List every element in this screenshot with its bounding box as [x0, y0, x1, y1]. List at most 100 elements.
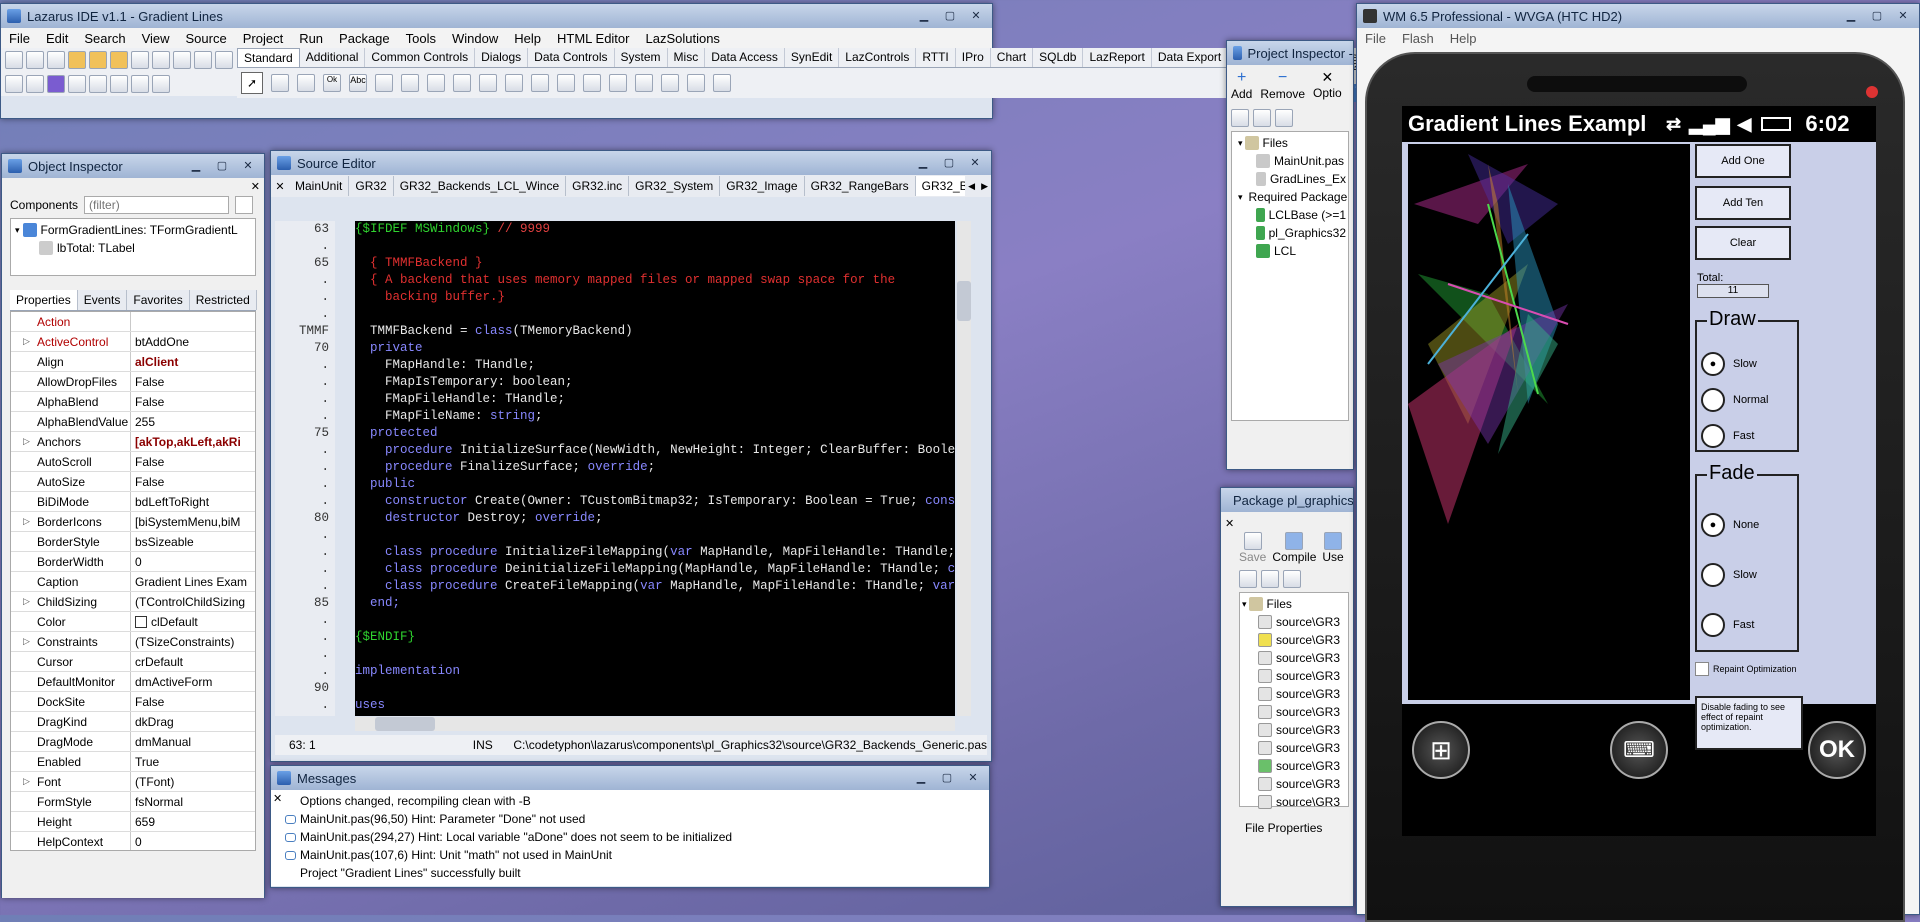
property-row[interactable]: FormStyle fsNormal: [11, 792, 255, 812]
property-row[interactable]: DockSite False: [11, 692, 255, 712]
property-row[interactable]: AlphaBlendValue 255: [11, 412, 255, 432]
build-icon[interactable]: [5, 75, 23, 93]
maximize-button[interactable]: ▢: [210, 156, 234, 174]
maximize-button[interactable]: ▢: [938, 6, 962, 24]
property-value[interactable]: 659: [131, 815, 255, 829]
project-tree-item[interactable]: ▾ Files: [1234, 134, 1346, 152]
draw-radio-fast[interactable]: Fast: [1697, 418, 1797, 454]
project-tree-item[interactable]: ▾ Required Package: [1234, 188, 1347, 206]
selection-pointer-icon[interactable]: ➚: [241, 72, 263, 94]
property-row[interactable]: ▷ ActiveControl btAddOne: [11, 332, 255, 352]
tab-restricted[interactable]: Restricted: [190, 290, 257, 310]
scrollbar-thumb[interactable]: [957, 281, 971, 321]
property-row[interactable]: HelpContext 0: [11, 832, 255, 850]
property-value[interactable]: crDefault: [131, 655, 255, 669]
property-value[interactable]: alClient: [131, 355, 255, 369]
radio-circle[interactable]: [1701, 388, 1725, 412]
sort-icon[interactable]: [1253, 109, 1271, 127]
editor-tab-gr32-backends-generic[interactable]: GR32_Backends_Generic: [915, 176, 966, 196]
message-line[interactable]: Options changed, recompiling clean with …: [285, 792, 959, 810]
tree-collapse-icon[interactable]: ▾: [1238, 192, 1243, 203]
use-package-button[interactable]: Use: [1322, 532, 1344, 564]
tabs-left-arrow-icon[interactable]: ◀: [965, 181, 978, 192]
palette-tab-dialogs[interactable]: Dialogs: [475, 48, 529, 67]
close-pane-icon[interactable]: ✕: [273, 792, 282, 805]
view-forms-icon[interactable]: [194, 51, 212, 69]
fade-radio-none[interactable]: ● None: [1697, 500, 1797, 550]
property-row[interactable]: Enabled True: [11, 752, 255, 772]
property-row[interactable]: ▷ Constraints (TSizeConstraints): [11, 632, 255, 652]
close-pane-icon[interactable]: ✕: [1225, 518, 1234, 530]
property-row[interactable]: Color clDefault: [11, 612, 255, 632]
editor-tab-gr32-rangebars[interactable]: GR32_RangeBars: [805, 176, 916, 196]
palette-tab-common-controls[interactable]: Common Controls: [365, 48, 476, 67]
tree-collapse-icon[interactable]: ▾: [1242, 599, 1247, 610]
tab-events[interactable]: Events: [78, 290, 128, 310]
package-file-item[interactable]: source\GR3: [1242, 649, 1346, 667]
hscroll-thumb[interactable]: [375, 717, 435, 731]
property-row[interactable]: DefaultMonitor dmActiveForm: [11, 672, 255, 692]
expand-icon[interactable]: ▷: [23, 636, 30, 647]
property-value[interactable]: fsNormal: [131, 795, 255, 809]
new-form-icon[interactable]: [26, 51, 44, 69]
package-file-item[interactable]: source\GR3: [1242, 703, 1346, 721]
tedit-icon[interactable]: [375, 74, 393, 92]
minimize-button[interactable]: ▁: [909, 768, 933, 786]
emulator-menu-flash[interactable]: Flash: [1394, 31, 1442, 46]
maximize-button[interactable]: ▢: [935, 768, 959, 786]
property-row[interactable]: ▷ ChildSizing (TControlChildSizing: [11, 592, 255, 612]
menu-file[interactable]: File: [1, 31, 38, 46]
editor-horizontal-scrollbar[interactable]: [355, 717, 955, 731]
property-value[interactable]: dkDrag: [131, 715, 255, 729]
tpanel-icon[interactable]: [661, 74, 679, 92]
tgroupbox-icon[interactable]: [583, 74, 601, 92]
maximize-button[interactable]: ▢: [1865, 6, 1889, 24]
menu-project[interactable]: Project: [235, 31, 291, 46]
ok-button[interactable]: OK: [1808, 721, 1866, 779]
new-file-icon[interactable]: [5, 51, 23, 69]
keyboard-icon[interactable]: ⌨: [1610, 721, 1668, 779]
editor-tab-mainunit[interactable]: MainUnit: [289, 176, 350, 196]
menu-source[interactable]: Source: [178, 31, 235, 46]
close-button[interactable]: ✕: [961, 768, 985, 786]
menu-edit[interactable]: Edit: [38, 31, 76, 46]
run-icon[interactable]: [47, 75, 65, 93]
maximize-button[interactable]: ▢: [937, 153, 961, 171]
filter-clear-icon[interactable]: [235, 196, 254, 214]
save-package-button[interactable]: Save: [1239, 532, 1266, 564]
property-value[interactable]: False: [131, 375, 255, 389]
emulator-menu-help[interactable]: Help: [1442, 31, 1485, 46]
tree-collapse-icon[interactable]: ▾: [15, 225, 20, 236]
step-out-icon[interactable]: [152, 75, 170, 93]
fade-radio-slow[interactable]: Slow: [1697, 550, 1797, 600]
minimize-button[interactable]: ▁: [184, 156, 208, 174]
files-node[interactable]: ▾ Files: [1242, 595, 1346, 613]
tree-collapse-icon[interactable]: ▾: [1238, 138, 1243, 149]
windows-start-icon[interactable]: ⊞: [1412, 721, 1470, 779]
package-file-item[interactable]: source\GR3: [1242, 613, 1346, 631]
view-units-icon[interactable]: [173, 51, 191, 69]
menu-package[interactable]: Package: [331, 31, 398, 46]
close-button[interactable]: ✕: [1891, 6, 1915, 24]
expand-icon[interactable]: ▷: [23, 336, 30, 347]
editor-tab-gr32-backends-lcl-wince[interactable]: GR32_Backends_LCL_Wince: [394, 176, 567, 196]
palette-tab-ipro[interactable]: IPro: [956, 48, 991, 67]
property-value[interactable]: 0: [131, 555, 255, 569]
palette-tab-system[interactable]: System: [615, 48, 668, 67]
property-value[interactable]: (TFont): [131, 775, 255, 789]
palette-tab-chart[interactable]: Chart: [991, 48, 1034, 67]
compile-package-button[interactable]: Compile: [1272, 532, 1316, 564]
property-value[interactable]: False: [131, 695, 255, 709]
project-tree-item[interactable]: MainUnit.pas: [1234, 152, 1346, 170]
property-row[interactable]: BiDiMode bdLeftToRight: [11, 492, 255, 512]
minimize-button[interactable]: ▁: [912, 6, 936, 24]
draw-radio-slow[interactable]: ● Slow: [1697, 346, 1797, 382]
palette-tab-sqldb[interactable]: SQLdb: [1033, 48, 1084, 67]
code-editor[interactable]: {$IFDEF MSWindows} // 9999 { TMMFBackend…: [355, 221, 955, 716]
property-value[interactable]: False: [131, 395, 255, 409]
palette-tab-lazreport[interactable]: LazReport: [1083, 48, 1152, 67]
package-file-item[interactable]: source\GR3: [1242, 793, 1346, 811]
property-value[interactable]: clDefault: [131, 615, 255, 629]
options-button[interactable]: ✕ Optio: [1313, 69, 1342, 101]
tradiobutton-icon[interactable]: [479, 74, 497, 92]
